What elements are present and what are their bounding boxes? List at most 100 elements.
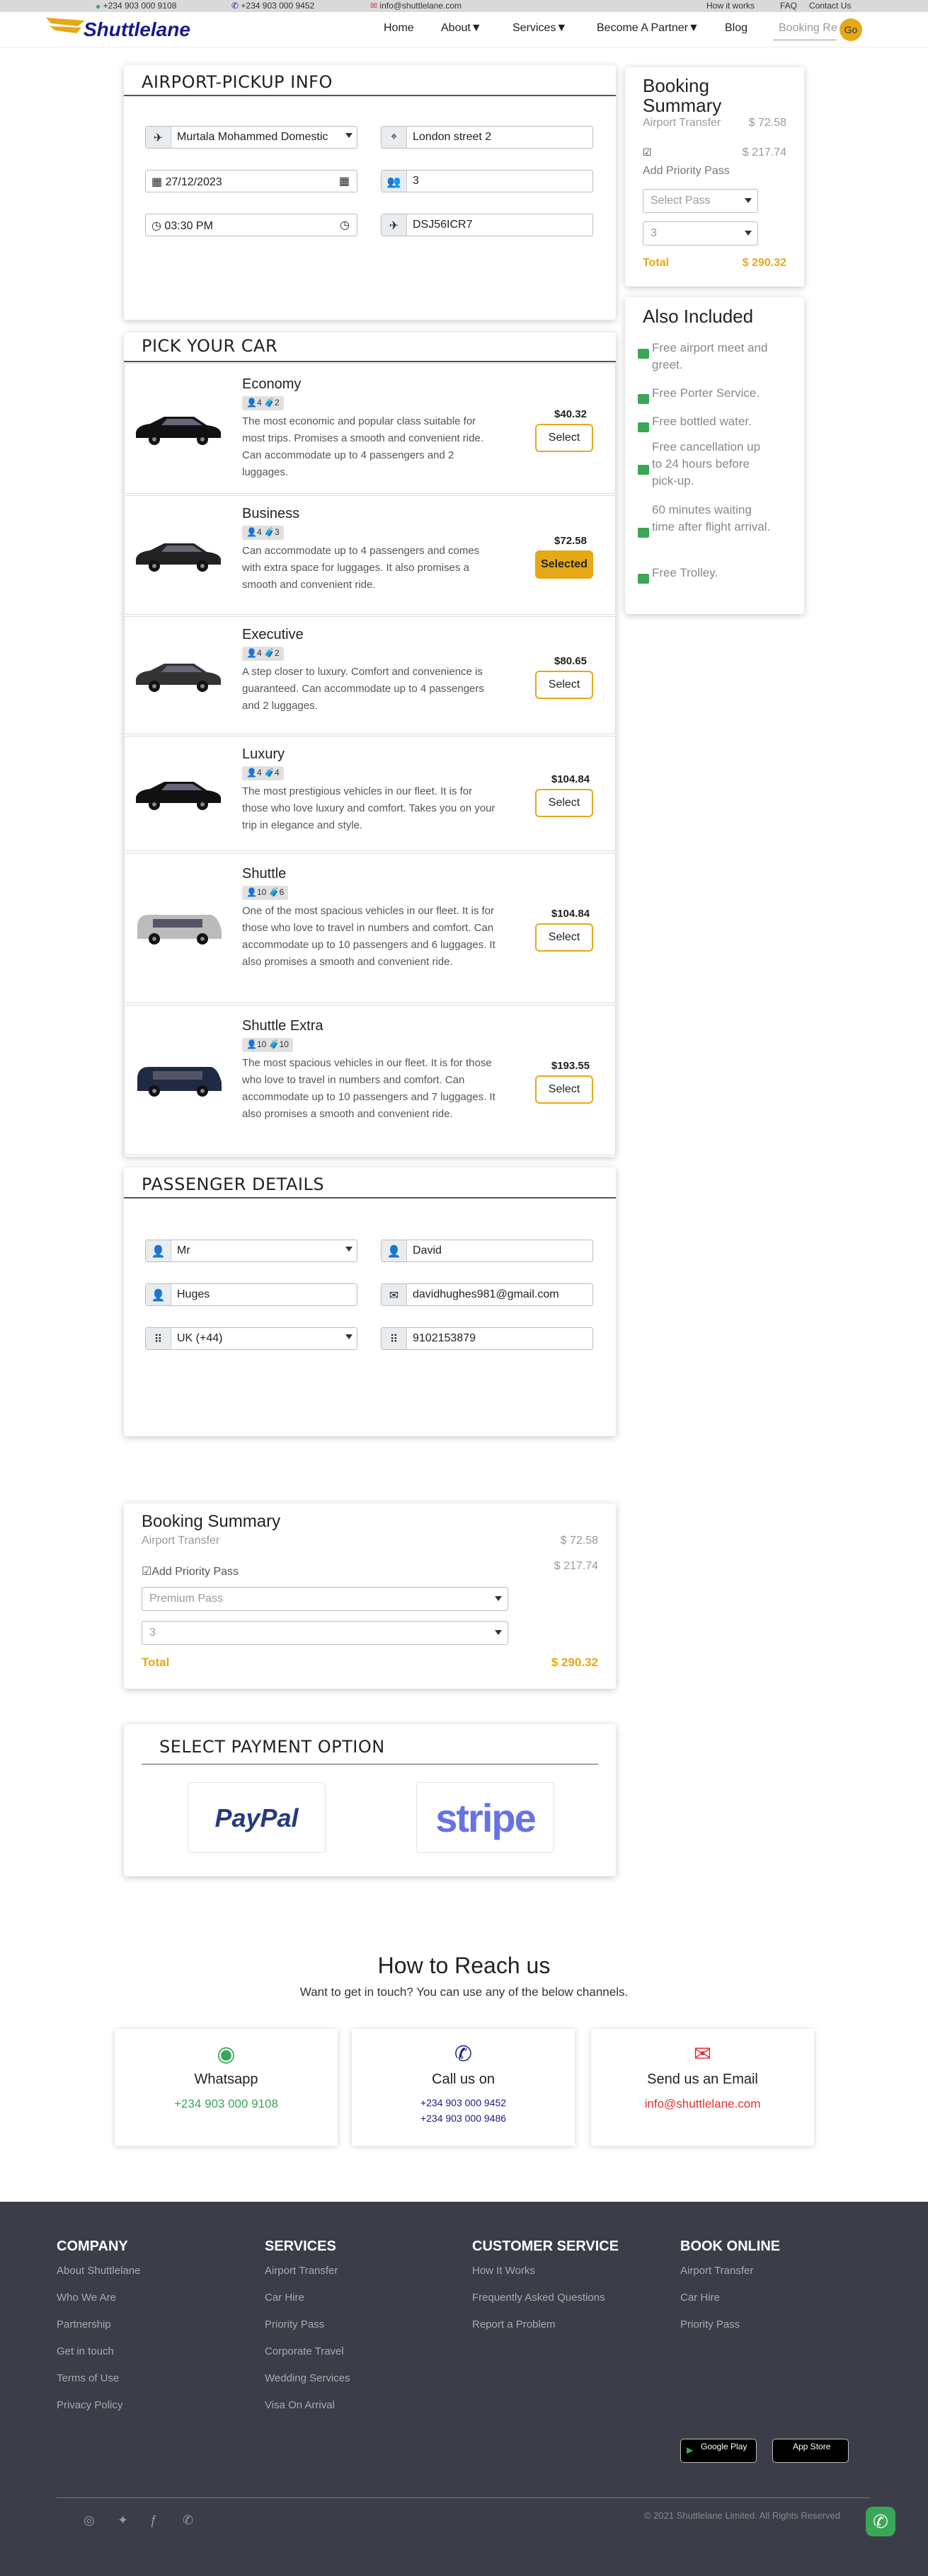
clock-picker-icon[interactable]: ◷ — [340, 218, 350, 232]
select-car-button[interactable]: Select — [535, 423, 593, 452]
passengers-input[interactable]: 👥 3 — [381, 170, 593, 192]
go-button[interactable]: Go — [840, 18, 862, 41]
nav-home[interactable]: Home — [384, 22, 414, 35]
call-number-2[interactable]: +234 903 000 9486 — [352, 2113, 575, 2124]
car-image — [136, 663, 221, 692]
title-select[interactable]: 👤 Mr — [145, 1240, 357, 1262]
nav-blog[interactable]: Blog — [725, 22, 747, 35]
twitter-icon[interactable]: ✦ — [118, 2513, 128, 2528]
date-input[interactable]: ▦ 27/12/2023 ▦ — [145, 170, 357, 192]
stripe-logo: stripe — [435, 1796, 536, 1840]
footer-link[interactable]: Priority Pass — [680, 2318, 740, 2330]
payment-card: SELECT PAYMENT OPTION PayPal stripe — [124, 1724, 616, 1876]
instagram-icon[interactable]: ◎ — [84, 2513, 95, 2528]
car-option[interactable]: Shuttle 👤10 🧳6 One of the most spacious ve… — [124, 853, 616, 1003]
whatsapp-float-button[interactable]: ✆ — [866, 2507, 895, 2536]
booking-ref-input[interactable]: Booking Re — [773, 18, 837, 40]
capacity-badge: 👤4 🧳2 — [242, 647, 284, 661]
footer-link[interactable]: Get in touch — [57, 2345, 114, 2357]
play-icon: ▶ — [687, 2445, 694, 2455]
topbar-how-it-works[interactable]: How it works — [706, 1, 755, 11]
email-address[interactable]: info@shuttlelane.com — [591, 2097, 814, 2111]
email-title: Send us an Email — [647, 2072, 758, 2087]
check-icon — [638, 422, 649, 432]
top-bar: ● +234 903 000 9108 ✆ +234 903 000 9452 … — [0, 0, 928, 12]
sidebar-summary-title: Booking Summary — [643, 75, 722, 116]
logo[interactable]: Shuttlelane — [42, 12, 198, 47]
app-store-badge[interactable]: App Store — [772, 2439, 849, 2463]
sidebar-qty-select[interactable]: 3 — [643, 221, 758, 246]
footer-link[interactable]: Frequently Asked Questions — [472, 2292, 605, 2304]
footer-link[interactable]: Car Hire — [680, 2292, 720, 2304]
select-car-button[interactable]: Select — [535, 670, 593, 699]
call-number-1[interactable]: +234 903 000 9452 — [352, 2097, 575, 2108]
whatsapp-icon[interactable]: ✆ — [183, 2513, 193, 2528]
footer-link[interactable]: How It Works — [472, 2265, 535, 2277]
calendar-picker-icon[interactable]: ▦ — [339, 174, 350, 188]
facebook-icon[interactable]: ƒ — [150, 2513, 157, 2528]
footer-link[interactable]: Corporate Travel — [265, 2345, 344, 2357]
user-icon: 👤 — [146, 1284, 171, 1305]
footer-link[interactable]: Terms of Use — [57, 2372, 119, 2384]
pass-type-select[interactable]: Premium Pass — [142, 1587, 508, 1611]
car-name: Business — [242, 506, 300, 521]
select-car-button[interactable]: Selected — [535, 550, 593, 579]
topbar-whatsapp[interactable]: ● +234 903 000 9108 — [96, 1, 176, 11]
pass-quantity-select[interactable]: 3 — [142, 1621, 508, 1645]
nav-about[interactable]: About▼ — [441, 22, 482, 35]
sidebar-priority-checkbox[interactable]: ☑ — [643, 146, 652, 158]
passenger-card: PASSENGER DETAILS 👤 Mr 👤 David 👤 Huges ✉… — [124, 1167, 616, 1436]
time-input[interactable]: ◷ 03:30 PM ◷ — [145, 214, 357, 236]
logo-wing-icon: Shuttlelane — [46, 18, 190, 40]
email-input[interactable]: ✉ davidhughes981@gmail.com — [381, 1283, 593, 1306]
luggage-icon: 🧳 — [268, 887, 280, 897]
footer-link[interactable]: Privacy Policy — [57, 2399, 122, 2411]
country-code-select[interactable]: ⠿ UK (+44) — [145, 1327, 357, 1350]
topbar-phone[interactable]: ✆ +234 903 000 9452 — [231, 1, 314, 11]
google-play-badge[interactable]: ▶ Google Play — [680, 2439, 757, 2463]
footer-link[interactable]: Partnership — [57, 2318, 111, 2330]
sidebar-total-label: Total — [643, 257, 670, 269]
address-input[interactable]: ⌖ London street 2 — [381, 126, 593, 149]
whatsapp-card[interactable]: ◉ Whatsapp +234 903 000 9108 — [115, 2029, 338, 2146]
mail-icon: ✉ — [370, 1, 378, 11]
stripe-button[interactable]: stripe — [416, 1782, 554, 1853]
footer-link[interactable]: Priority Pass — [265, 2318, 324, 2330]
paypal-button[interactable]: PayPal — [188, 1782, 326, 1853]
car-option[interactable]: Luxury 👤4 🧳4 The most prestigious vehicles… — [124, 736, 616, 851]
nav-become-partner[interactable]: Become A Partner▼ — [597, 22, 699, 35]
phone-input[interactable]: ⠿ 9102153879 — [381, 1327, 593, 1350]
priority-pass-checkbox[interactable]: ☑Add Priority Pass — [142, 1564, 239, 1578]
car-description: The most prestigious vehicles in our fle… — [242, 785, 495, 831]
last-name-input[interactable]: 👤 Huges — [145, 1283, 357, 1306]
airport-select[interactable]: ✈ Murtala Mohammed Domestic — [145, 126, 357, 149]
footer-link[interactable]: Who We Are — [57, 2292, 116, 2304]
footer-link[interactable]: Wedding Services — [265, 2372, 350, 2384]
car-option[interactable]: Executive 👤4 🧳2 A step closer to luxury. C… — [124, 616, 616, 734]
call-card[interactable]: ✆ Call us on +234 903 000 9452 +234 903 … — [352, 2029, 575, 2146]
whatsapp-number[interactable]: +234 903 000 9108 — [115, 2097, 338, 2111]
topbar-faq[interactable]: FAQ — [780, 1, 797, 11]
car-option[interactable]: Shuttle Extra 👤10 🧳10 The most spacious ve… — [124, 1005, 616, 1155]
car-option[interactable]: Business 👤4 🧳3 Can accommodate up to 4 pas… — [124, 495, 616, 615]
plane-landing-icon: ✈ — [146, 127, 171, 148]
footer-link[interactable]: Car Hire — [265, 2292, 304, 2304]
email-card[interactable]: ✉ Send us an Email info@shuttlelane.com — [591, 2029, 814, 2146]
footer-link[interactable]: Airport Transfer — [265, 2265, 338, 2277]
first-name-input[interactable]: 👤 David — [381, 1240, 593, 1262]
nav-services[interactable]: Services▼ — [512, 22, 567, 35]
sidebar-pass-select[interactable]: Select Pass — [643, 189, 758, 213]
car-option[interactable]: Economy 👤4 🧳2 The most economic and popula… — [124, 363, 616, 494]
topbar-contact[interactable]: Contact Us — [809, 1, 851, 11]
select-car-button[interactable]: Select — [535, 788, 593, 817]
select-car-button[interactable]: Select — [535, 923, 593, 952]
footer-link[interactable]: About Shuttlelane — [57, 2265, 140, 2277]
copyright: © 2021 Shuttlelane Limited. All Rights R… — [644, 2510, 840, 2521]
topbar-email[interactable]: ✉ info@shuttlelane.com — [370, 1, 462, 11]
footer-link[interactable]: Airport Transfer — [680, 2265, 753, 2277]
flight-number-input[interactable]: ✈ DSJ56ICR7 — [381, 214, 593, 236]
reach-title: How to Reach us — [377, 1953, 551, 1978]
footer-link[interactable]: Report a Problem — [472, 2318, 556, 2330]
footer-link[interactable]: Visa On Arrival — [265, 2399, 335, 2411]
select-car-button[interactable]: Select — [535, 1075, 593, 1104]
